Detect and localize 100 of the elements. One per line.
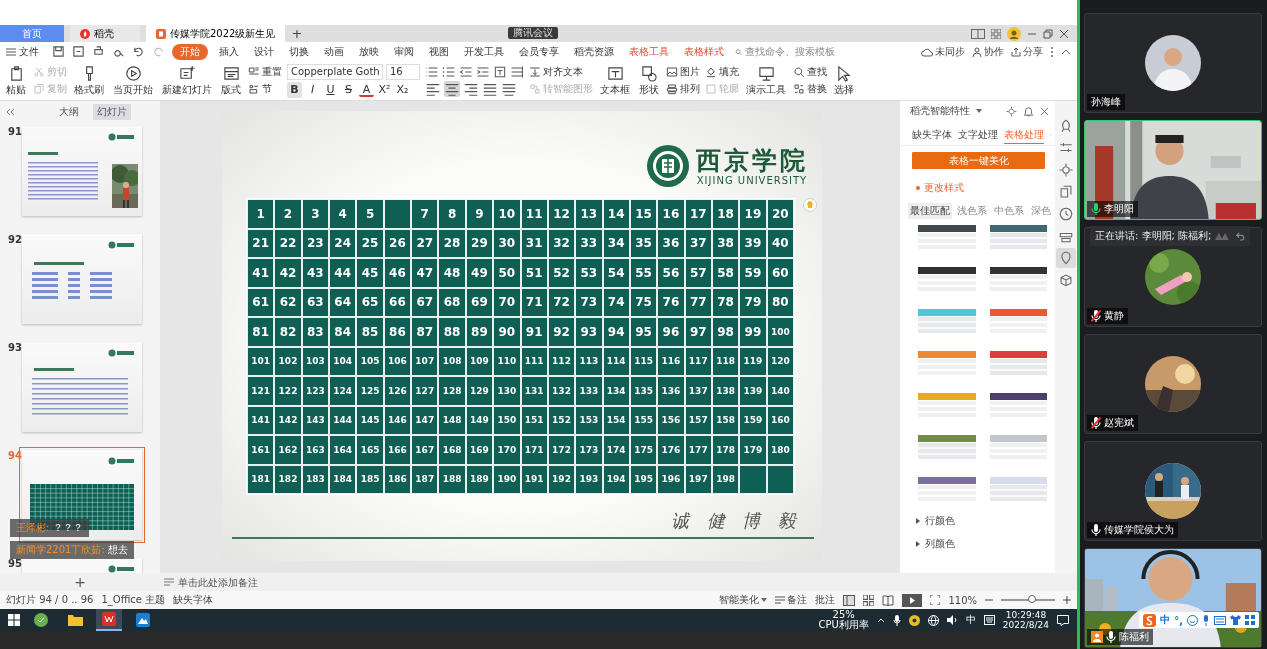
table-cell: 79 — [739, 287, 767, 317]
meeting-label: 腾讯会议 — [508, 27, 558, 39]
table-cell: 16 — [657, 199, 685, 229]
table-cell: 66 — [383, 287, 412, 317]
table-cell: 60 — [766, 258, 794, 288]
table-cell: 144 — [329, 405, 357, 435]
table-cell: 25 — [356, 228, 384, 258]
table-cell: 185 — [356, 464, 384, 494]
table-cell: 158 — [711, 405, 740, 435]
table-cell: 175 — [629, 435, 658, 465]
table-cell: 109 — [465, 346, 494, 376]
table-cell: 74 — [602, 287, 630, 317]
speaking-indicator: 正在讲话: 李明阳; 陈福利; — [1095, 229, 1212, 243]
table-cell: 182 — [274, 464, 302, 494]
participant-name: 孙海峰 — [1087, 94, 1125, 110]
table-cell: 67 — [411, 287, 439, 317]
participant-name: 李明阳 — [1087, 201, 1138, 217]
table-cell: 75 — [629, 287, 658, 317]
table-cell: 125 — [356, 376, 384, 406]
table-cell: 168 — [438, 435, 466, 465]
table-cell: 133 — [575, 376, 603, 406]
table-cell: 153 — [575, 405, 603, 435]
participant-name: 陈福利 — [1087, 629, 1153, 645]
table-cell: 20 — [766, 199, 794, 229]
table-cell: 126 — [383, 376, 412, 406]
table-cell: 122 — [274, 376, 302, 406]
table-cell: 34 — [602, 228, 630, 258]
theme-name: 1_Office 主题 — [101, 593, 166, 607]
table-cell: 80 — [766, 287, 794, 317]
table-cell: 150 — [493, 405, 521, 435]
table-cell: 174 — [602, 435, 630, 465]
table-cell: 116 — [657, 346, 685, 376]
table-cell: 194 — [602, 464, 630, 494]
table-cell: 73 — [575, 287, 603, 317]
table-cell: 112 — [547, 346, 576, 376]
table-cell: 27 — [411, 228, 439, 258]
table-cell: 181 — [247, 464, 275, 494]
table-cell: 7 — [411, 199, 439, 229]
table-cell: 18 — [711, 199, 740, 229]
table-cell: 47 — [411, 258, 439, 288]
table-cell: 39 — [739, 228, 767, 258]
cpu-percent: 25% — [832, 610, 855, 620]
table-cell: 119 — [739, 346, 767, 376]
table-cell: 10 — [493, 199, 521, 229]
table-cell: 162 — [274, 435, 302, 465]
slide-motto: 诚 健 博 毅 — [670, 509, 802, 533]
table-cell: 110 — [493, 346, 521, 376]
participant-name: 黄静 — [1087, 308, 1128, 324]
table-cell: 143 — [301, 405, 330, 435]
table-cell: 14 — [602, 199, 630, 229]
table-cell: 65 — [356, 287, 384, 317]
chat-toast: 新闻学2201丁欣茹: 想去 — [10, 541, 134, 559]
table-cell: 49 — [465, 258, 494, 288]
table-cell: 53 — [575, 258, 603, 288]
table-cell: 30 — [493, 228, 521, 258]
table-cell: 90 — [493, 317, 521, 347]
table-cell: 62 — [274, 287, 302, 317]
table-cell: 160 — [766, 405, 794, 435]
table-cell: 87 — [411, 317, 439, 347]
table-cell: 21 — [247, 228, 275, 258]
table-cell: 176 — [657, 435, 685, 465]
table-cell: 186 — [383, 464, 412, 494]
table-cell: 163 — [301, 435, 330, 465]
table-cell: 124 — [329, 376, 357, 406]
table-cell: 3 — [301, 199, 330, 229]
table-cell: 89 — [465, 317, 494, 347]
table-cell: 85 — [356, 317, 384, 347]
table-cell: 172 — [547, 435, 576, 465]
table-cell: 82 — [274, 317, 302, 347]
table-cell: 156 — [657, 405, 685, 435]
table-cell: 83 — [301, 317, 330, 347]
table-cell: 167 — [411, 435, 439, 465]
table-cell: 99 — [739, 317, 767, 347]
table-cell: 132 — [547, 376, 576, 406]
table-cell: 42 — [274, 258, 302, 288]
table-cell: 188 — [438, 464, 466, 494]
table-cell: 115 — [629, 346, 658, 376]
table-cell: 102 — [274, 346, 302, 376]
table-cell: 55 — [629, 258, 658, 288]
table-cell: 142 — [274, 405, 302, 435]
table-cell: 37 — [684, 228, 712, 258]
table-cell: 26 — [383, 228, 412, 258]
table-cell: 141 — [247, 405, 275, 435]
slide-counter: 幻灯片 94 / 0 .. 96 — [6, 593, 94, 607]
table-cell: 105 — [356, 346, 384, 376]
table-cell: 114 — [602, 346, 630, 376]
table-cell: 23 — [301, 228, 330, 258]
table-cell: 5 — [356, 199, 384, 229]
table-cell: 131 — [520, 376, 548, 406]
table-cell: 63 — [301, 287, 330, 317]
table-cell: 69 — [465, 287, 494, 317]
table-cell: 152 — [547, 405, 576, 435]
table-cell: 28 — [438, 228, 466, 258]
table-cell: 48 — [438, 258, 466, 288]
table-cell: 134 — [602, 376, 630, 406]
table-cell: 138 — [711, 376, 740, 406]
table-cell: 24 — [329, 228, 357, 258]
table-cell: 12 — [547, 199, 576, 229]
table-cell: 59 — [739, 258, 767, 288]
table-cell: 177 — [684, 435, 712, 465]
